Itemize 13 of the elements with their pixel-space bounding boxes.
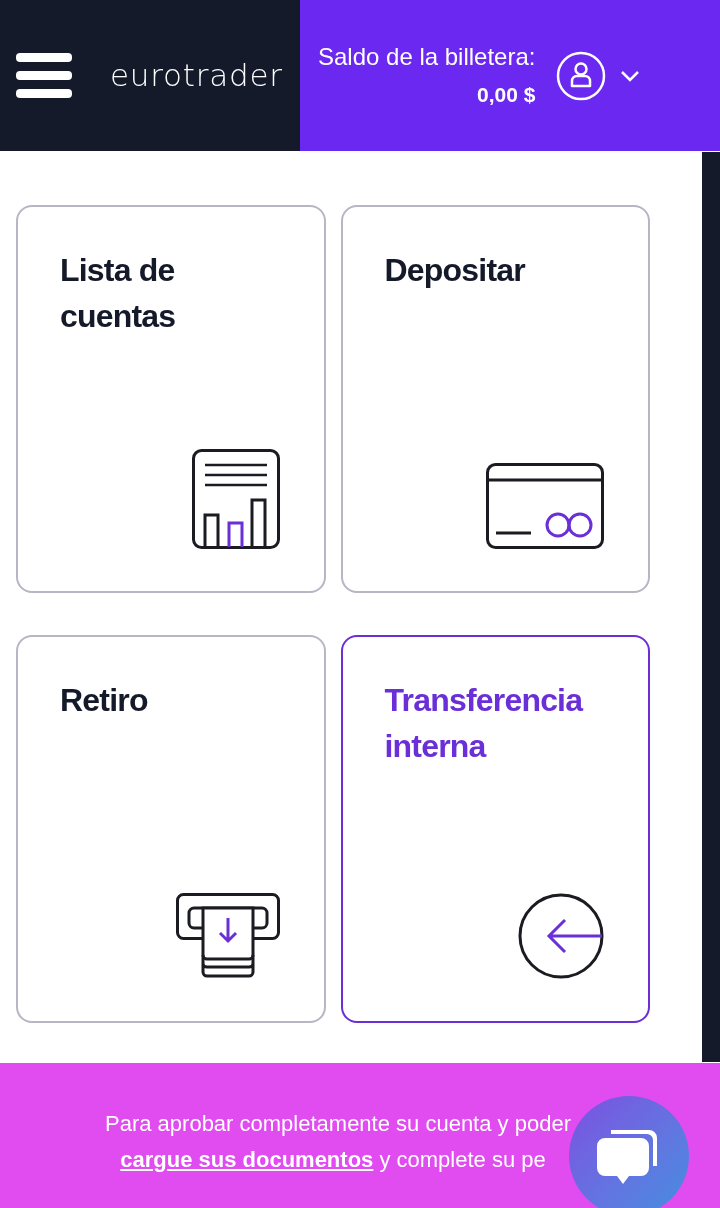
wallet-amount: 0,00 $ (477, 81, 536, 108)
card-title: Transferencia interna (384, 681, 584, 766)
menu-card[interactable]: Lista de cuentas (16, 205, 326, 593)
card-title: Retiro (60, 681, 149, 720)
logo[interactable]: eurotrader (110, 52, 283, 99)
notice-text-continuation: y complete su pe (379, 1147, 546, 1172)
card-title: Lista de cuentas (60, 251, 177, 336)
card-title: Depositar (384, 251, 527, 290)
menu-card[interactable]: Transferencia interna (340, 635, 650, 1023)
notice-text: Para aprobar completamente su cuenta y poder (105, 1110, 571, 1138)
menu-card[interactable]: Depositar (340, 205, 650, 593)
menu-card[interactable]: Retiro (16, 635, 326, 1023)
wallet-label: Saldo de la billetera: (318, 41, 536, 72)
